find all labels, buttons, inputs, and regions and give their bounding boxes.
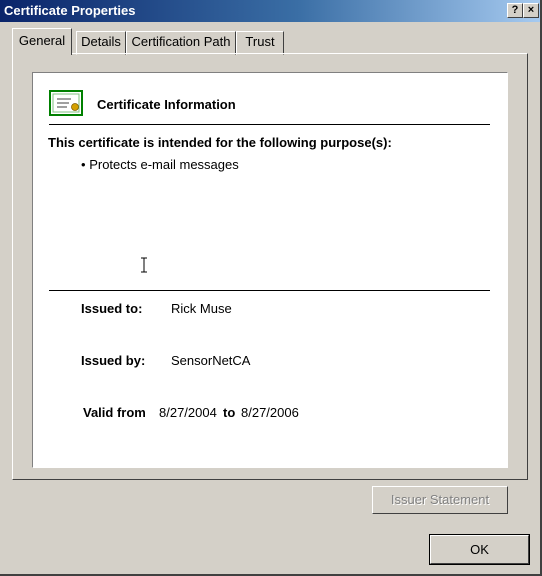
bullet: • [81, 157, 86, 172]
purpose-list-item: • Protects e-mail messages [81, 157, 239, 172]
valid-from-value: 8/27/2004 [159, 405, 217, 420]
ok-button[interactable]: OK [430, 535, 529, 564]
valid-to-label: to [223, 405, 236, 420]
close-button[interactable]: × [523, 3, 539, 18]
certificate-info-box: Certificate Information This certificate… [32, 72, 508, 468]
issued-to-value: Rick Muse [171, 301, 232, 316]
certificate-info-heading: Certificate Information [97, 97, 236, 112]
tab-trust[interactable]: Trust [236, 31, 284, 55]
issued-to-label: Issued to: [81, 301, 143, 316]
window-title: Certificate Properties [4, 3, 136, 18]
issued-by-value: SensorNetCA [171, 353, 251, 368]
title-bar[interactable]: Certificate Properties ? × [0, 0, 540, 22]
issued-by-label: Issued by: [81, 353, 146, 368]
tab-general[interactable]: General [12, 28, 72, 55]
issuer-statement-button[interactable]: Issuer Statement [372, 486, 508, 514]
certificate-properties-dialog: Certificate Properties ? × Details Certi… [0, 0, 542, 576]
divider-bottom [49, 290, 490, 291]
tab-general-label: General [18, 33, 66, 48]
tab-certification-path[interactable]: Certification Path [126, 31, 236, 55]
purpose-heading: This certificate is intended for the fol… [48, 135, 392, 150]
tab-details[interactable]: Details [76, 31, 126, 55]
text-cursor-icon [141, 257, 147, 273]
divider-top [49, 124, 490, 125]
purpose-text: Protects e-mail messages [89, 157, 239, 172]
valid-to-value: 8/27/2006 [241, 405, 299, 420]
help-button[interactable]: ? [507, 3, 523, 18]
valid-from-label: Valid from [83, 405, 146, 420]
certificate-icon [49, 90, 83, 116]
